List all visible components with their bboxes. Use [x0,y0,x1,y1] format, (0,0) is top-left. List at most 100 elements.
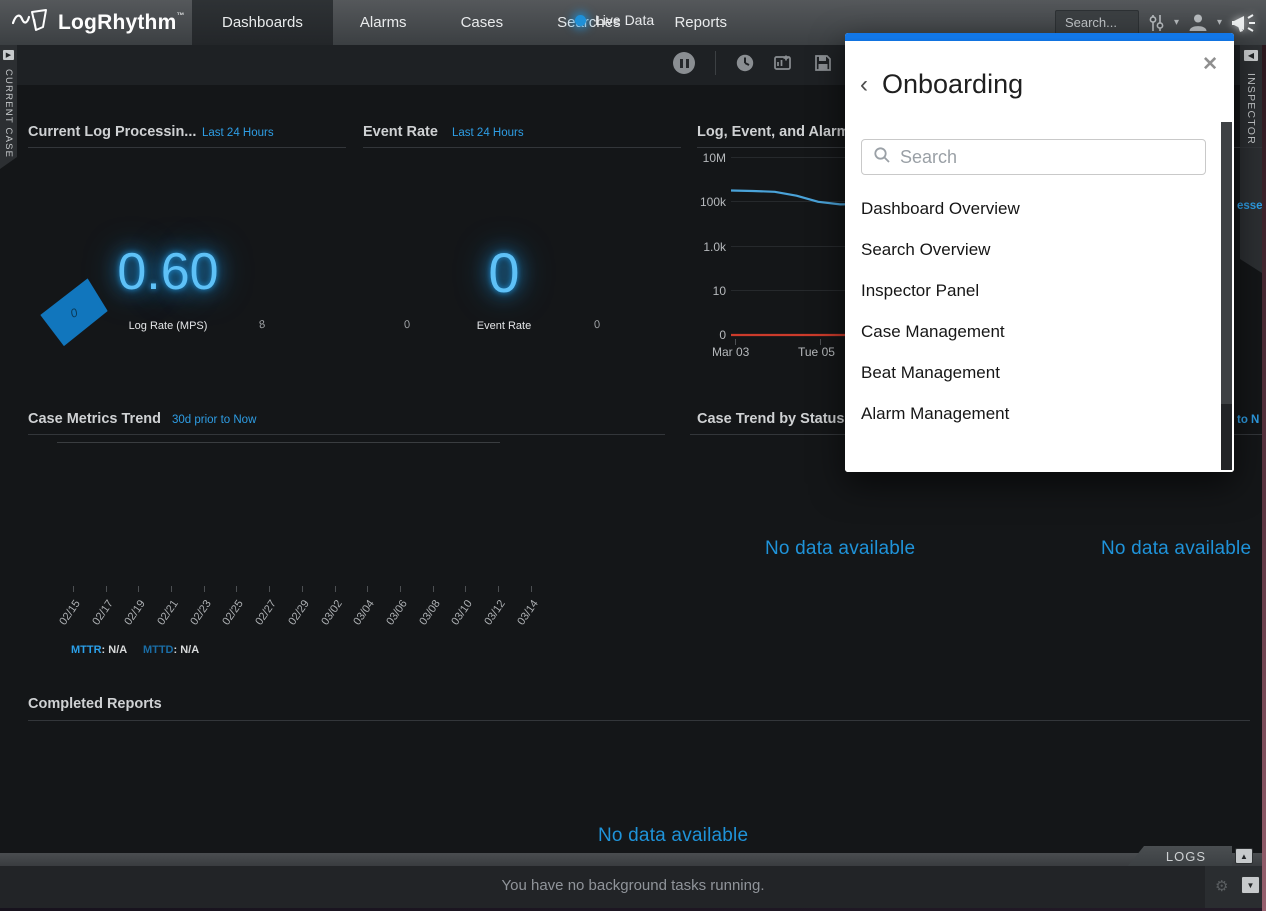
date-label: 03/08 [410,598,443,638]
tickmark [236,586,237,592]
onboarding-item-search-overview[interactable]: Search Overview [845,229,1205,270]
logs-collapsed-bar [0,853,1266,866]
collapse-inspector-icon[interactable]: ◀ [1243,49,1259,62]
tab-cases[interactable]: Cases [434,0,531,45]
event-gauge-max-label: 0 [592,318,602,331]
tab-dashboards[interactable]: Dashboards [192,0,333,45]
case-trend-range-fragment: to N [1237,414,1259,426]
onboarding-list: Dashboard Overview Search Overview Inspe… [845,188,1205,434]
filters-caret-icon[interactable]: ▾ [1174,17,1179,28]
megaphone-icon[interactable] [1230,11,1260,35]
inspector-tab[interactable]: ◀ INSPECTOR [1240,45,1262,273]
widget-title-case-metrics: Case Metrics Trend [28,411,161,427]
event-rate-range[interactable]: Last 24 Hours [452,127,524,139]
live-data-indicator: Live Data [575,0,654,40]
y-tick: 0 [692,328,726,342]
date-label: 02/15 [50,598,83,638]
tab-alarms[interactable]: Alarms [333,0,434,45]
tickmark [498,586,499,592]
logrhythm-logo[interactable]: LogRhythm™ [12,0,185,45]
date-label: 02/19 [115,598,148,638]
onboarding-search-box[interactable] [861,139,1206,175]
onboarding-item-inspector-panel[interactable]: Inspector Panel [845,270,1205,311]
add-widget-icon[interactable] [772,53,793,78]
y-tick: 10 [692,284,726,298]
date-label: 03/06 [377,598,410,638]
onboarding-scrollbar-track[interactable] [1221,122,1232,470]
live-data-dot-icon [575,15,586,26]
widget-title-case-trend: Case Trend by Status [697,411,844,427]
date-label: 03/10 [442,598,475,638]
log-rate-label: Log Rate (MPS) [118,320,218,332]
onboarding-panel: ‹ Onboarding ✕ Dashboard Overview Search… [845,33,1234,472]
search-icon [873,146,891,169]
expand-current-case-icon[interactable]: ▶ [2,49,15,61]
mttr-value: N/A [108,644,127,656]
onboarding-body: Dashboard Overview Search Overview Inspe… [845,122,1234,472]
completed-reports-no-data: No data available [598,825,748,847]
logs-tab[interactable]: LOGS [1128,846,1232,866]
current-case-tab[interactable]: ▶ CURRENT CASE [0,45,17,169]
date-label: 03/02 [312,598,345,638]
event-rate-value: 0 [474,240,534,305]
pause-button[interactable] [673,52,695,74]
tickmark [204,586,205,592]
onboarding-search-input[interactable] [900,147,1180,168]
date-label: 02/23 [181,598,214,638]
tasks-gear-icon[interactable]: ⚙ [1215,877,1228,895]
toolbar-divider [715,51,716,75]
brand-trademark: ™ [176,11,184,20]
onboarding-header: ‹ Onboarding ✕ [845,41,1234,122]
logrhythm-dashboard: LogRhythm™ Dashboards Alarms Cases Searc… [0,0,1266,911]
main-nav-tabs: Dashboards Alarms Cases Searches Reports [192,0,754,45]
y-tick: 1.0k [692,240,726,254]
tickmark [531,586,532,592]
current-case-label: CURRENT CASE [3,69,14,158]
global-search-input[interactable]: Search... [1055,10,1139,36]
save-dashboard-icon[interactable] [813,53,833,78]
mttr-label: MTTR [71,644,102,656]
brand-name: LogRhythm™ [58,11,185,35]
date-label: 02/27 [246,598,279,638]
date-label: 03/04 [344,598,377,638]
user-icon[interactable] [1187,12,1209,33]
onboarding-item-beat-management[interactable]: Beat Management [845,352,1205,393]
tickmark [367,586,368,592]
inspector-label: INSPECTOR [1245,73,1257,145]
gauge-max-label: 8 [257,318,267,331]
case-metrics-range[interactable]: 30d prior to Now [172,414,256,426]
filters-icon[interactable] [1147,13,1166,33]
date-label: 03/12 [475,598,508,638]
onboarding-title: Onboarding [882,69,1023,100]
onboarding-scrollbar-thumb[interactable] [1221,122,1232,404]
onboarding-item-alarm-management[interactable]: Alarm Management [845,393,1205,434]
divider [28,434,665,435]
tickmark [138,586,139,592]
onboarding-item-dashboard-overview[interactable]: Dashboard Overview [845,188,1205,229]
divider [28,720,1250,721]
onboarding-item-case-management[interactable]: Case Management [845,311,1205,352]
x-tick-label: Tue 05 [798,345,835,359]
mttr-mttd-legend: MTTR: N/A MTTD: N/A [71,644,199,656]
user-caret-icon[interactable]: ▾ [1217,17,1222,28]
date-label: 02/29 [279,598,312,638]
back-chevron-icon[interactable]: ‹ [860,75,868,95]
divider [28,147,346,148]
tab-reports[interactable]: Reports [647,0,754,45]
log-processing-range[interactable]: Last 24 Hours [202,127,274,139]
logs-expand-up-icon[interactable]: ▲ [1235,848,1253,864]
tickmark [302,586,303,592]
onboarding-accent-bar [845,33,1234,41]
right-widget-no-data: No data available [1101,538,1251,560]
right-widget-fragment: esse [1237,200,1263,212]
chart-top-gridline [57,442,500,443]
mttd-label: MTTD [143,644,174,656]
date-label: 02/17 [83,598,116,638]
tickmark [335,586,336,592]
widget-title-completed-reports: Completed Reports [28,696,162,712]
event-rate-label: Event Rate [454,320,554,332]
close-icon[interactable]: ✕ [1202,53,1218,76]
tasks-collapse-down-icon[interactable]: ▼ [1241,876,1260,894]
tickmark [269,586,270,592]
time-range-clock-icon[interactable] [735,53,755,78]
